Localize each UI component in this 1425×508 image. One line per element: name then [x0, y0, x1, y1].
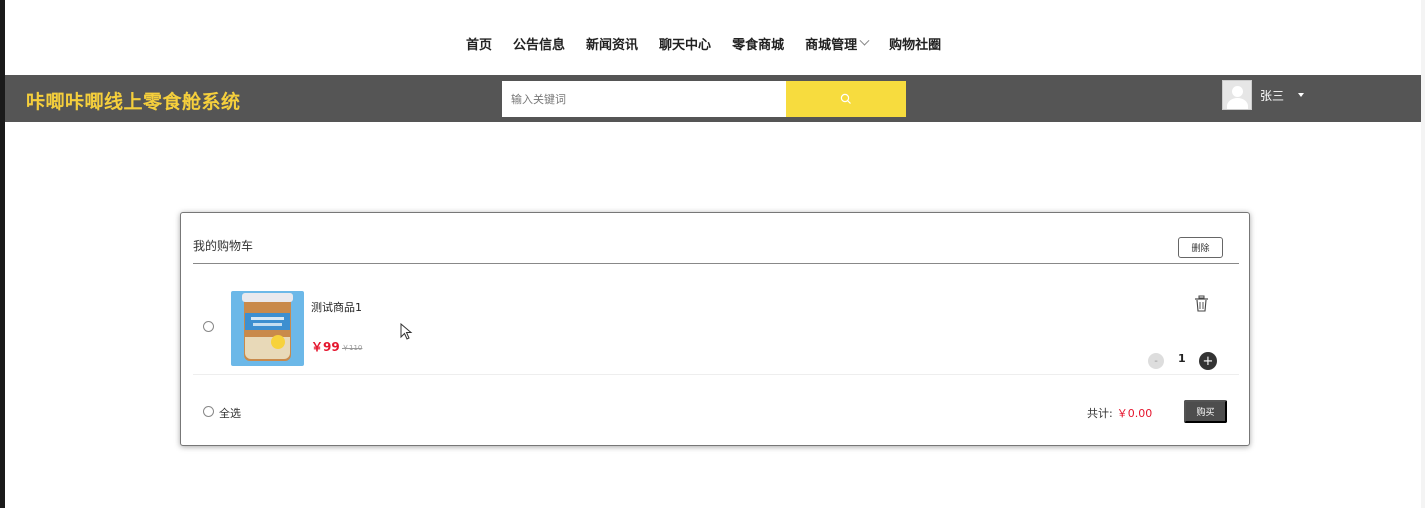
cart-title: 我的购物车	[193, 239, 254, 253]
search-button[interactable]	[786, 81, 906, 117]
total-value: ￥0.00	[1116, 407, 1153, 420]
nav-item-label: 公告信息	[513, 38, 566, 53]
nav-item-shopping-community[interactable]: 购物社圈	[889, 34, 941, 53]
product-thumbnail[interactable]	[231, 291, 304, 366]
trash-icon[interactable]	[1194, 295, 1209, 313]
select-all-label[interactable]: 全选	[219, 405, 241, 421]
search-bar	[502, 81, 906, 117]
user-menu[interactable]: 张三	[1222, 80, 1305, 110]
divider	[193, 263, 1239, 264]
nav-item-label: 首页	[466, 38, 493, 53]
total-label: 共计:	[1087, 407, 1113, 420]
quantity-value: 1	[1178, 352, 1186, 365]
nav-item-chat[interactable]: 聊天中心	[659, 34, 711, 53]
quantity-increase-button[interactable]: +	[1199, 352, 1217, 370]
total-summary: 共计: ￥0.00	[1087, 405, 1152, 421]
search-icon	[840, 93, 851, 104]
top-nav-menu: 首页 公告信息 新闻资讯 聊天中心 零食商城 商城管理 购物社圈	[466, 34, 962, 53]
product-price: ￥99	[311, 340, 340, 354]
nav-item-home[interactable]: 首页	[466, 34, 492, 53]
cart-item-row: 测试商品1 ￥99 ￥110 - 1 +	[193, 265, 1239, 375]
select-all-radio[interactable]	[203, 406, 214, 417]
nav-item-label: 新闻资讯	[586, 38, 639, 53]
avatar	[1222, 80, 1252, 110]
shopping-cart-panel: 我的购物车 删除 测试商品1 ￥99 ￥110 - 1 + 全选 共计: ￥0.…	[180, 212, 1250, 446]
header-bar: 咔唧咔唧线上零食舱系统 张三	[5, 75, 1421, 122]
cart-footer: 全选 共计: ￥0.00 购买	[193, 399, 1239, 425]
nav-item-announcements[interactable]: 公告信息	[513, 34, 565, 53]
delete-selected-button[interactable]: 删除	[1178, 237, 1223, 258]
search-input[interactable]	[502, 81, 786, 117]
buy-button[interactable]: 购买	[1184, 400, 1227, 423]
nav-item-mall-management[interactable]: 商城管理	[805, 34, 870, 53]
caret-down-icon	[1298, 93, 1305, 97]
window-frame-right	[1421, 0, 1425, 508]
product-original-price: ￥110	[342, 344, 363, 352]
nav-item-label: 商城管理	[805, 38, 858, 53]
item-select-radio[interactable]	[203, 321, 214, 332]
nav-item-label: 购物社圈	[889, 38, 942, 53]
quantity-decrease-button[interactable]: -	[1148, 353, 1164, 369]
nav-item-snack-mall[interactable]: 零食商城	[732, 34, 784, 53]
top-navigation: 首页 公告信息 新闻资讯 聊天中心 零食商城 商城管理 购物社圈	[5, 0, 1421, 75]
nav-item-label: 零食商城	[732, 38, 785, 53]
mouse-cursor-icon	[400, 323, 413, 340]
product-name[interactable]: 测试商品1	[311, 299, 362, 315]
username: 张三	[1260, 88, 1285, 103]
nav-item-news[interactable]: 新闻资讯	[586, 34, 638, 53]
chevron-down-icon	[859, 35, 870, 46]
nav-item-label: 聊天中心	[659, 38, 712, 53]
brand-title: 咔唧咔唧线上零食舱系统	[26, 91, 241, 113]
